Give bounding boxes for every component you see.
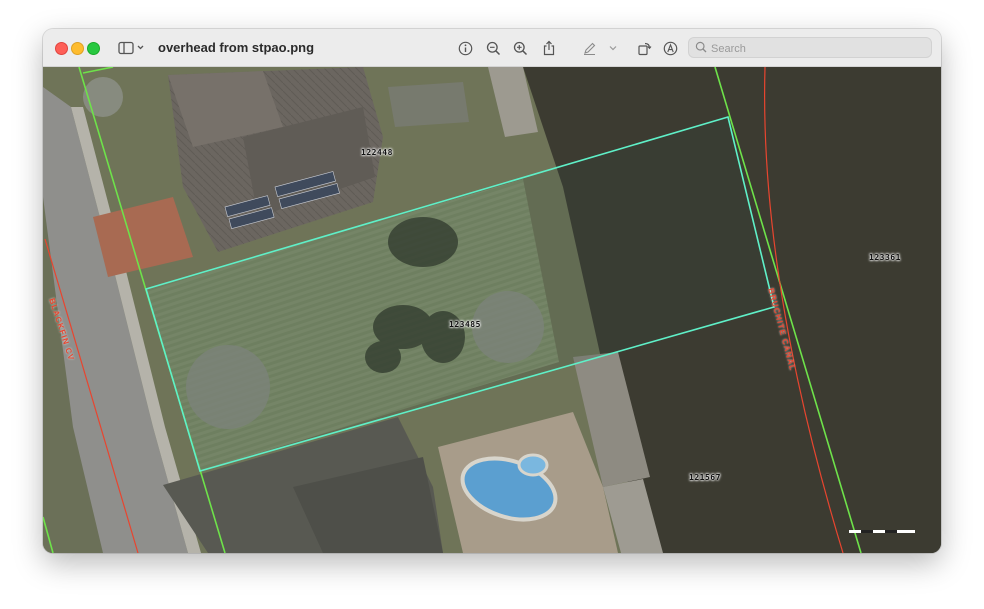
annotate-button[interactable] [661, 38, 679, 58]
zoom-in-button[interactable] [511, 38, 529, 58]
parcel-label-123361: 123361 [869, 253, 901, 262]
parcel-label-121567: 121567 [689, 473, 721, 482]
close-button[interactable] [55, 42, 68, 55]
title-bar: overhead from stpao.png [43, 29, 941, 67]
rotate-icon [637, 42, 651, 55]
share-icon [543, 40, 555, 56]
search-field[interactable] [688, 37, 932, 58]
search-icon [695, 41, 707, 53]
scale-bar [849, 530, 915, 533]
zoom-in-icon [513, 41, 527, 55]
preview-window: overhead from stpao.png Search 122448 12… [43, 29, 941, 553]
window-title: overhead from stpao.png [158, 40, 315, 55]
markup-button[interactable] [580, 38, 598, 58]
pen-icon [583, 42, 595, 55]
rotate-button[interactable] [635, 38, 653, 58]
sidebar-icon [118, 41, 144, 55]
image-canvas[interactable]: 122448 123485 123361 121567 BLACKFIN CV … [43, 67, 941, 553]
minimize-button[interactable] [71, 42, 84, 55]
chevron-down-icon [609, 46, 617, 51]
parcel-label-122448: 122448 [361, 148, 393, 157]
search-input[interactable] [709, 40, 923, 57]
zoom-out-icon [486, 41, 500, 55]
aerial-photo [43, 67, 941, 553]
info-icon [458, 41, 472, 55]
zoom-out-button[interactable] [484, 38, 502, 58]
share-button[interactable] [540, 38, 558, 58]
markup-menu-button[interactable] [607, 38, 619, 58]
inspector-button[interactable] [456, 38, 474, 58]
parcel-label-123485: 123485 [449, 320, 481, 329]
sidebar-toggle-button[interactable] [116, 38, 146, 58]
zoom-window-button[interactable] [87, 42, 100, 55]
annotate-icon [663, 41, 677, 55]
